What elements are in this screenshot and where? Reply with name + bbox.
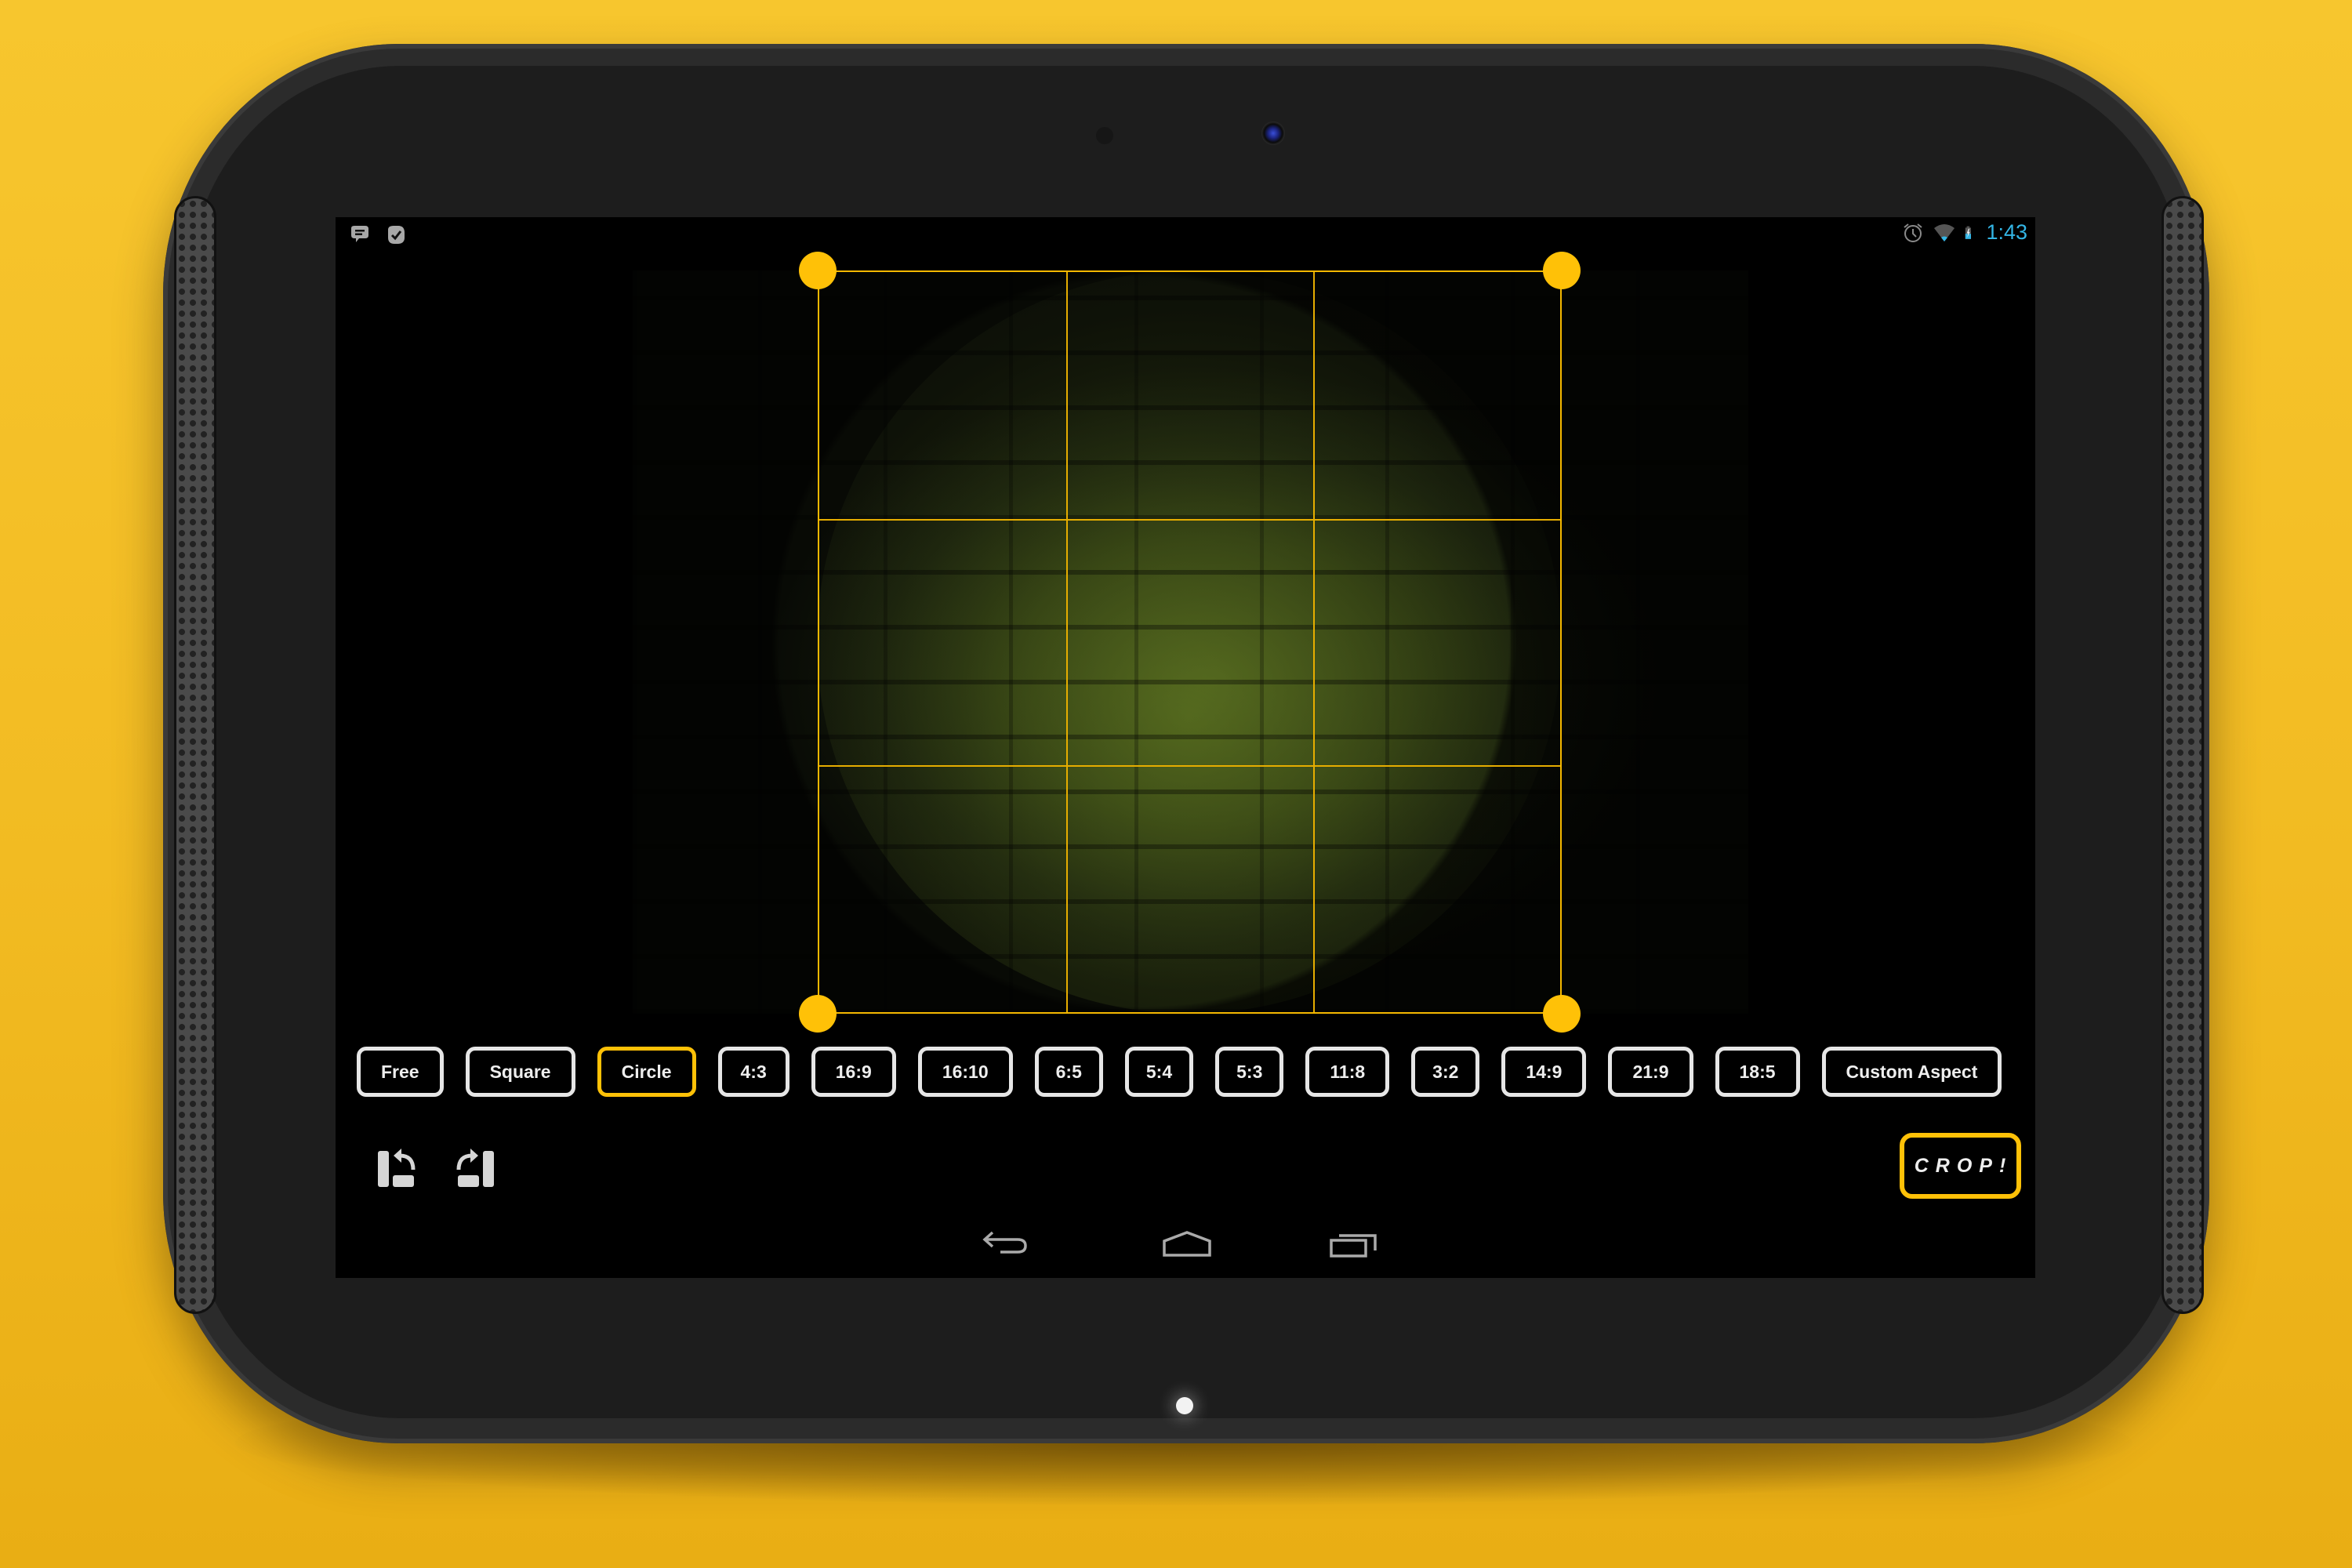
aspect-14-9-button[interactable]: 14:9 xyxy=(1501,1047,1587,1097)
check-badge-icon xyxy=(388,226,405,244)
crop-handle-top-left[interactable] xyxy=(799,252,837,289)
battery-charging-icon xyxy=(1965,226,1972,239)
crop-handle-top-right[interactable] xyxy=(1543,252,1581,289)
crop-button[interactable]: CROP! xyxy=(1900,1133,2021,1199)
aspect-ratio-bar: Free Square Circle 4:3 16:9 16:10 6:5 5:… xyxy=(357,1047,2002,1097)
status-bar-notifications xyxy=(348,223,408,247)
light-sensor xyxy=(1096,127,1113,144)
aspect-16-9-button[interactable]: 16:9 xyxy=(811,1047,896,1097)
grid-line-horizontal-2 xyxy=(819,765,1560,768)
speaker-grille-right xyxy=(2161,196,2204,1314)
aspect-free-button[interactable]: Free xyxy=(357,1047,444,1097)
speaker-grille-left xyxy=(174,196,216,1314)
front-camera xyxy=(1261,122,1285,145)
notification-led xyxy=(1176,1397,1193,1414)
crop-handle-bottom-left[interactable] xyxy=(799,995,837,1033)
grid-line-horizontal-1 xyxy=(819,518,1560,521)
aspect-16-10-button[interactable]: 16:10 xyxy=(917,1047,1013,1097)
crop-frame[interactable] xyxy=(818,270,1562,1014)
grid-line-vertical-1 xyxy=(1065,272,1068,1012)
back-icon[interactable] xyxy=(980,1229,1035,1260)
status-bar-system: 1:43 xyxy=(1901,220,2027,245)
aspect-5-3-button[interactable]: 5:3 xyxy=(1215,1047,1284,1097)
rotate-right-icon[interactable] xyxy=(452,1146,495,1190)
aspect-21-9-button[interactable]: 21:9 xyxy=(1608,1047,1693,1097)
rotate-left-icon[interactable] xyxy=(376,1146,420,1190)
screen: 1:43 Free Square Circle 4:3 16:9 16:10 6… xyxy=(336,217,2035,1278)
home-icon[interactable] xyxy=(1160,1229,1214,1260)
grid-line-vertical-2 xyxy=(1312,272,1315,1012)
aspect-3-2-button[interactable]: 3:2 xyxy=(1411,1047,1480,1097)
aspect-4-3-button[interactable]: 4:3 xyxy=(717,1047,789,1097)
aspect-square-button[interactable]: Square xyxy=(465,1047,575,1097)
message-icon xyxy=(351,226,368,242)
aspect-11-8-button[interactable]: 11:8 xyxy=(1305,1047,1390,1097)
aspect-18-5-button[interactable]: 18:5 xyxy=(1715,1047,1800,1097)
recents-icon[interactable] xyxy=(1328,1229,1383,1260)
clock: 1:43 xyxy=(1986,220,2027,244)
alarm-icon xyxy=(1904,223,1923,242)
aspect-custom-button[interactable]: Custom Aspect xyxy=(1821,1047,2002,1097)
crop-handle-bottom-right[interactable] xyxy=(1543,995,1581,1033)
wifi-icon xyxy=(1934,223,1955,241)
aspect-6-5-button[interactable]: 6:5 xyxy=(1034,1047,1103,1097)
aspect-5-4-button[interactable]: 5:4 xyxy=(1124,1047,1194,1097)
aspect-circle-button[interactable]: Circle xyxy=(597,1047,696,1097)
